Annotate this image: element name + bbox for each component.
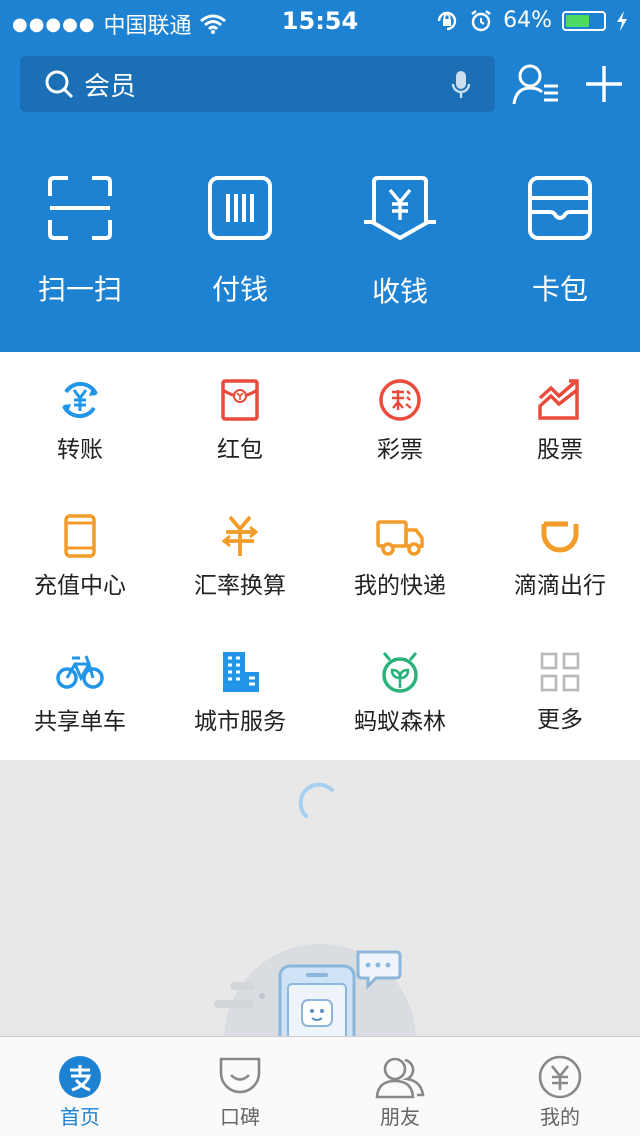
search-input[interactable]: 会员 — [20, 56, 495, 112]
service-bike[interactable]: 共享单车 — [0, 624, 160, 760]
feed-area — [0, 760, 640, 1036]
contacts-button[interactable] — [512, 62, 562, 108]
exchange-icon — [221, 515, 259, 556]
service-label: 汇率换算 — [194, 573, 286, 599]
tab-friends[interactable]: 朋友 — [320, 1037, 480, 1136]
battery-icon — [562, 10, 606, 31]
orientation-lock-icon — [437, 11, 457, 30]
service-label: 股票 — [537, 437, 583, 463]
koubei-icon — [219, 1057, 261, 1094]
loading-spinner-icon — [298, 782, 334, 818]
service-label: 蚂蚁森林 — [354, 709, 446, 735]
service-city[interactable]: 城市服务 — [160, 624, 320, 760]
more-grid-icon — [540, 652, 580, 692]
tab-label: 朋友 — [380, 1105, 420, 1129]
service-label: 彩票 — [377, 437, 423, 463]
service-label: 更多 — [537, 707, 583, 733]
service-lottery[interactable]: 彩票 — [320, 352, 480, 488]
phone-topup-icon — [64, 514, 96, 558]
tab-label: 我的 — [540, 1105, 580, 1129]
microphone-icon[interactable] — [451, 70, 471, 100]
didi-icon — [541, 521, 579, 553]
service-label: 充值中心 — [34, 573, 126, 599]
lottery-icon — [379, 379, 421, 421]
add-button[interactable] — [582, 62, 626, 106]
delivery-truck-icon — [376, 520, 424, 556]
bottom-tab-bar: 首页 口碑 朋友 我的 — [0, 1036, 640, 1136]
card-wallet-button[interactable]: 卡包 — [480, 176, 640, 326]
charging-icon — [617, 10, 627, 31]
service-label: 滴滴出行 — [514, 573, 606, 599]
yuan-receive-icon — [364, 176, 436, 241]
tab-mine[interactable]: 我的 — [480, 1037, 640, 1136]
home-header: 会员 扫一扫 付钱 收钱 卡包 — [0, 40, 640, 352]
scan-icon — [48, 176, 112, 240]
receive-label: 收钱 — [371, 275, 428, 308]
status-bar: ●●●●● 中国联通 15:54 64% — [0, 0, 640, 40]
service-grid: 转账 红包 彩票 股票 充值中心 汇率换算 我的快递 滴滴出行 共享单车 城市服… — [0, 352, 640, 760]
pay-button[interactable]: 付钱 — [160, 176, 320, 326]
service-more[interactable]: 更多 — [480, 624, 640, 760]
alipay-home-icon — [59, 1056, 101, 1098]
service-ant-forest[interactable]: 蚂蚁森林 — [320, 624, 480, 760]
alarm-icon — [471, 9, 491, 31]
scan-button[interactable]: 扫一扫 — [0, 176, 160, 326]
my-yuan-icon — [538, 1055, 582, 1099]
service-delivery[interactable]: 我的快递 — [320, 488, 480, 624]
service-label: 我的快递 — [354, 573, 446, 599]
tab-home[interactable]: 首页 — [0, 1037, 160, 1136]
search-icon — [45, 70, 74, 99]
receive-button[interactable]: 收钱 — [320, 176, 480, 326]
red-envelope-icon — [221, 379, 259, 421]
empty-state-illustration — [214, 944, 416, 1036]
tab-koubei[interactable]: 口碑 — [160, 1037, 320, 1136]
ant-forest-icon — [382, 652, 418, 693]
service-red-envelope[interactable]: 红包 — [160, 352, 320, 488]
friends-icon — [375, 1057, 425, 1099]
tab-label: 首页 — [60, 1105, 100, 1129]
service-label: 共享单车 — [34, 709, 126, 735]
card-wallet-label: 卡包 — [531, 273, 588, 306]
search-placeholder: 会员 — [84, 71, 137, 102]
battery-percent: 64% — [503, 8, 552, 33]
scan-label: 扫一扫 — [37, 273, 122, 306]
stock-icon — [538, 379, 579, 420]
wallet-icon — [528, 176, 592, 240]
service-label: 城市服务 — [194, 709, 286, 735]
pay-label: 付钱 — [211, 273, 268, 306]
barcode-icon — [208, 176, 272, 240]
service-didi[interactable]: 滴滴出行 — [480, 488, 640, 624]
service-phone-topup[interactable]: 充值中心 — [0, 488, 160, 624]
service-label: 红包 — [217, 437, 263, 463]
service-stock[interactable]: 股票 — [480, 352, 640, 488]
service-transfer[interactable]: 转账 — [0, 352, 160, 488]
tab-label: 口碑 — [220, 1105, 260, 1129]
bicycle-icon — [56, 655, 104, 689]
service-exchange[interactable]: 汇率换算 — [160, 488, 320, 624]
service-label: 转账 — [57, 437, 103, 463]
transfer-icon — [62, 381, 98, 419]
city-building-icon — [223, 652, 259, 692]
